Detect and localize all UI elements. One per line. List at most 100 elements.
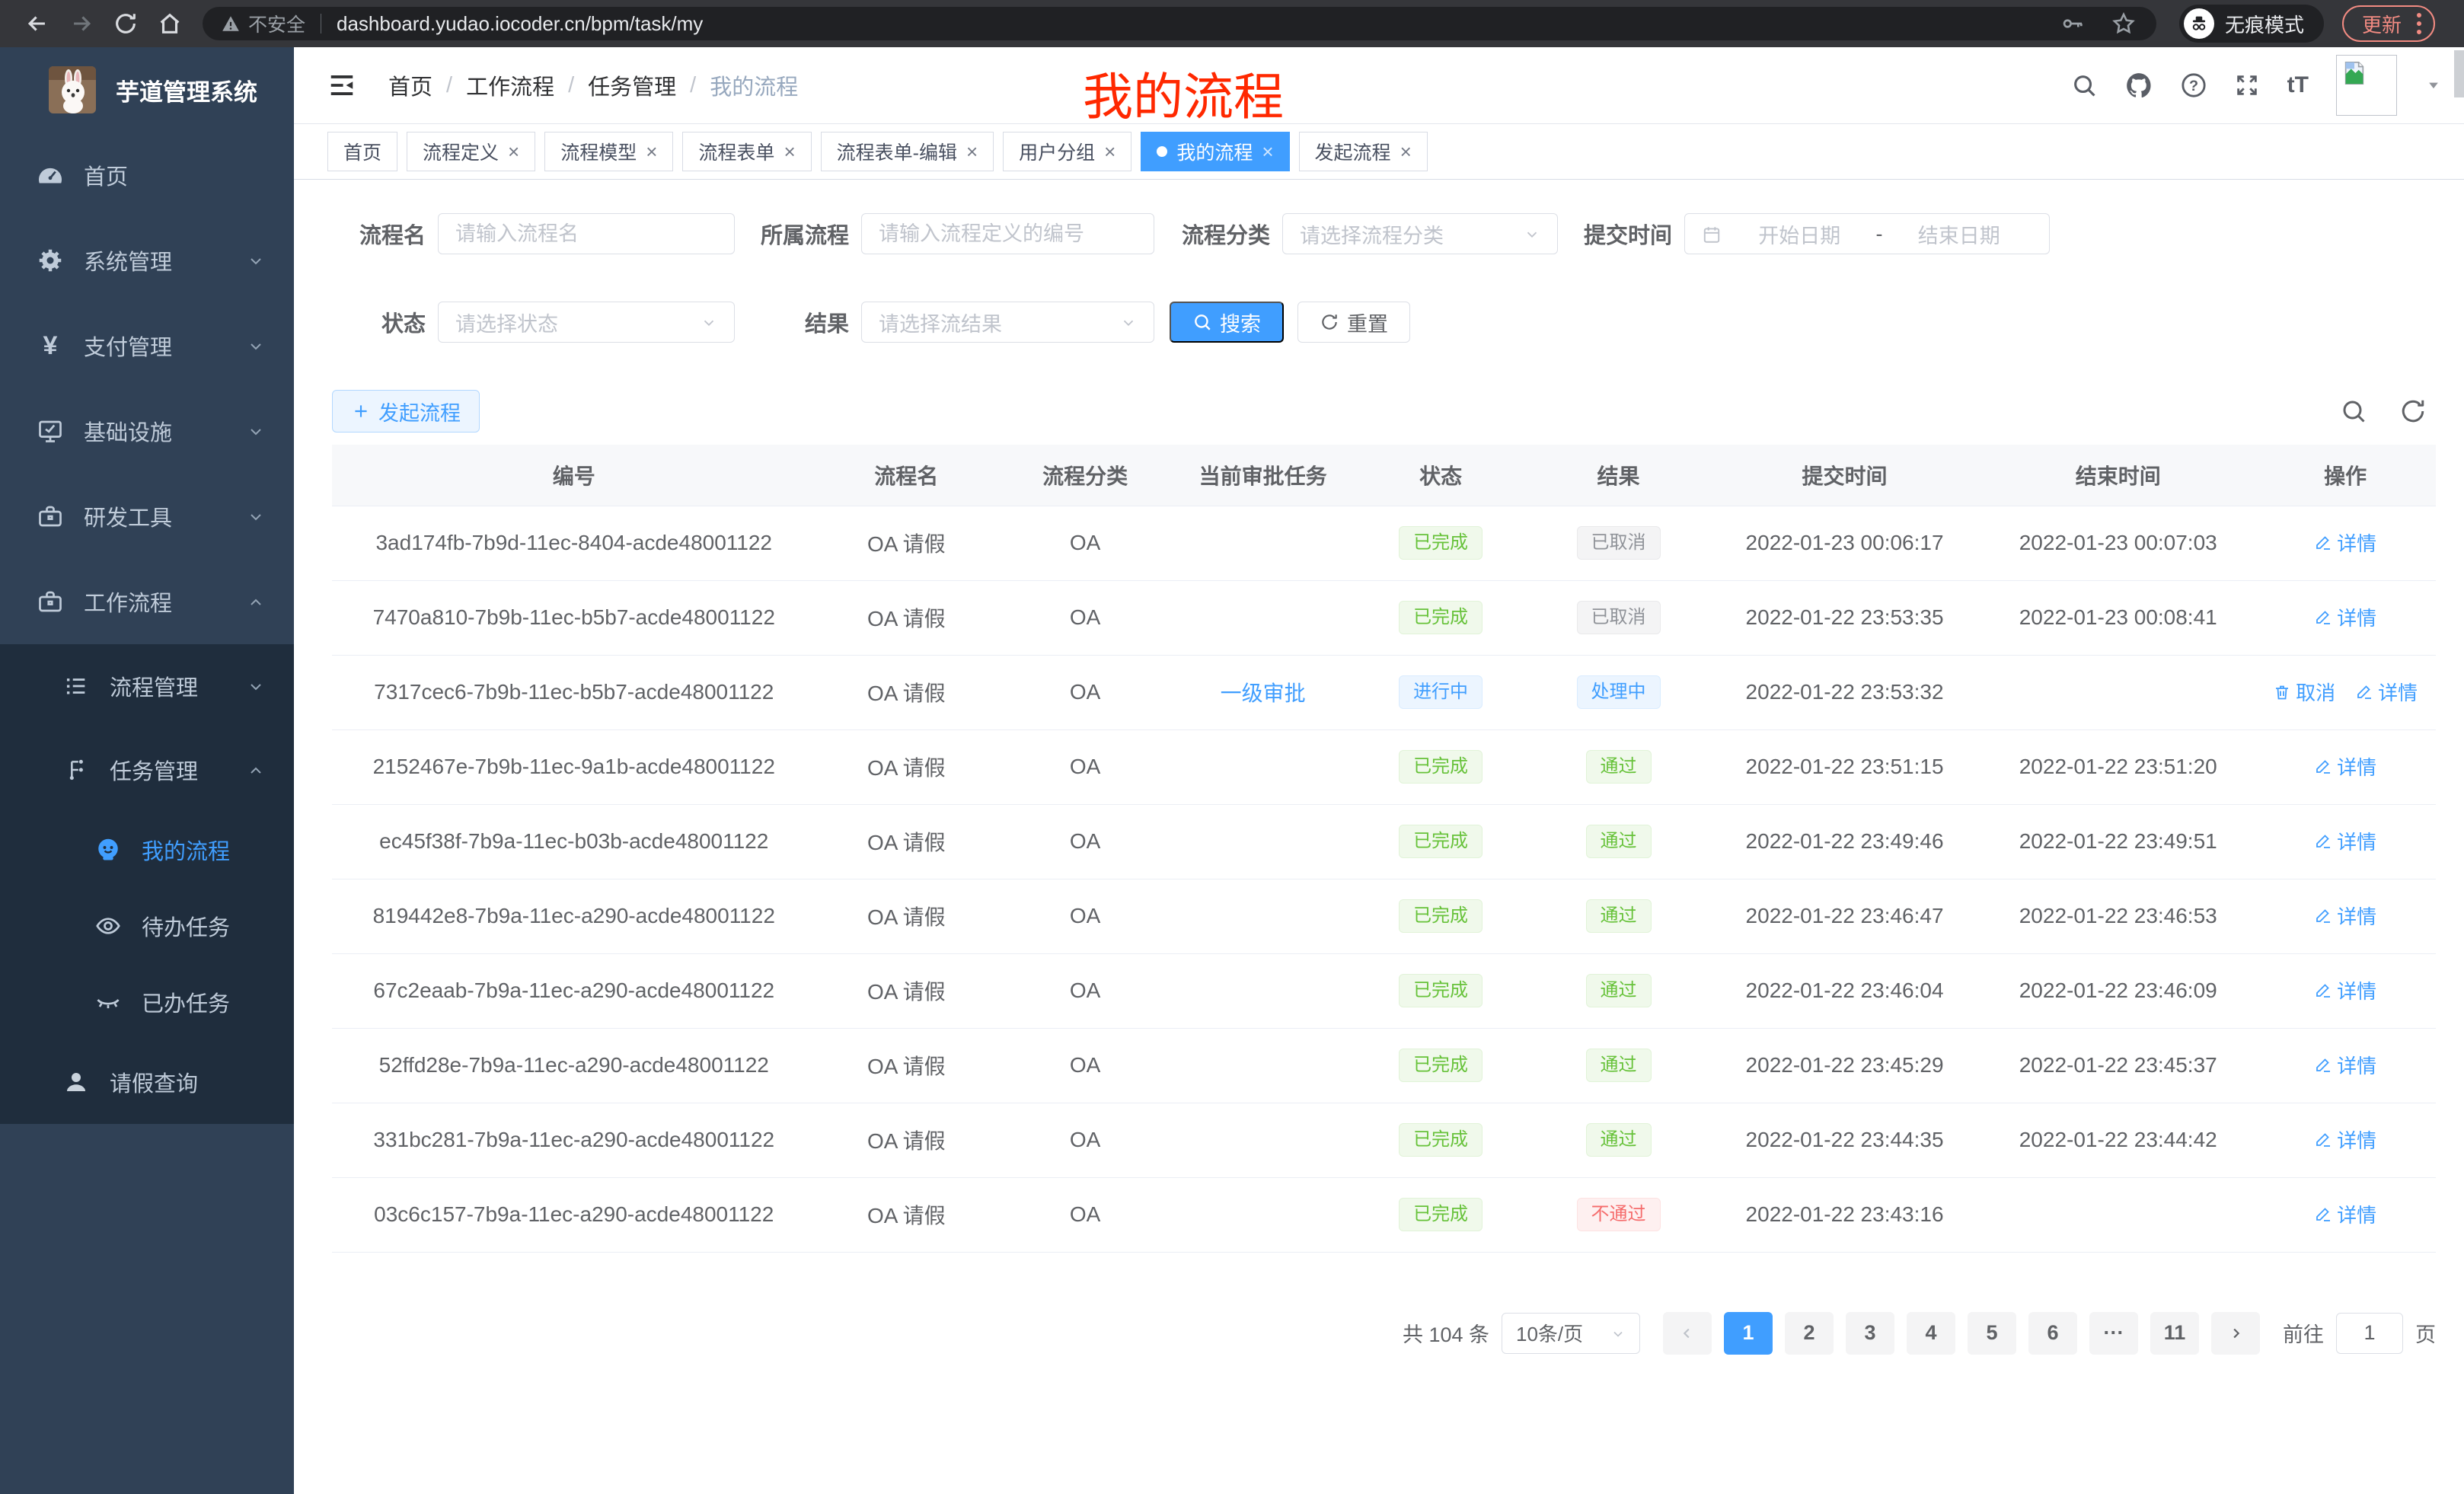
tab[interactable]: 首页 (327, 132, 397, 171)
sidebar-item-infrastructure[interactable]: 基础设施 (0, 388, 294, 474)
page-size-select[interactable]: 10条/页 (1502, 1313, 1640, 1354)
goto-page-input[interactable] (2336, 1313, 2403, 1354)
breadcrumb-home[interactable]: 首页 (388, 69, 432, 101)
tab-close-icon[interactable]: × (784, 142, 795, 161)
page-button[interactable]: 3 (1846, 1312, 1894, 1355)
refresh-table-icon[interactable] (2399, 397, 2427, 425)
detail-action[interactable]: 详情 (2355, 678, 2418, 706)
prev-page-button[interactable] (1663, 1312, 1712, 1355)
detail-action[interactable]: 详情 (2314, 902, 2376, 930)
sidebar-collapse-icon[interactable] (327, 71, 356, 100)
help-icon[interactable]: ? (2181, 72, 2207, 98)
security-warning[interactable]: 不安全 (221, 10, 305, 37)
search-button[interactable]: 搜索 (1170, 302, 1284, 343)
submit-time-range-picker[interactable]: 开始日期 - 结束日期 (1684, 213, 2050, 254)
detail-action[interactable]: 详情 (2314, 1051, 2376, 1079)
sidebar-item-home[interactable]: 首页 (0, 132, 294, 218)
font-size-icon[interactable]: tT (2287, 72, 2309, 98)
create-process-button[interactable]: 发起流程 (332, 390, 480, 433)
address-bar[interactable]: 不安全 dashboard.yudao.iocoder.cn/bpm/task/… (203, 7, 2156, 40)
tab[interactable]: 发起流程× (1299, 132, 1428, 171)
sidebar-item-task-mgmt[interactable]: 任务管理 (0, 728, 294, 812)
detail-action[interactable]: 详情 (2314, 1200, 2376, 1228)
avatar[interactable] (2336, 55, 2397, 116)
tab-close-icon[interactable]: × (508, 142, 519, 161)
sidebar-item-system[interactable]: 系统管理 (0, 218, 294, 303)
search-icon[interactable] (2071, 72, 2097, 98)
sidebar-item-my-process[interactable]: 我的流程 (0, 812, 294, 888)
name-filter-input[interactable] (438, 213, 735, 254)
detail-action[interactable]: 详情 (2314, 752, 2376, 781)
status-badge: 已完成 (1399, 899, 1483, 933)
browser-reload-icon[interactable] (104, 0, 148, 47)
browser-home-icon[interactable] (148, 0, 192, 47)
incognito-icon (2184, 8, 2214, 39)
page-button[interactable]: 11 (2150, 1312, 2199, 1355)
table-row: 7317cec6-7b9b-11ec-b5b7-acde48001122OA 请… (332, 655, 2436, 729)
reset-button[interactable]: 重置 (1297, 302, 1410, 343)
sidebar-item-payment[interactable]: ¥ 支付管理 (0, 303, 294, 388)
sidebar-item-workflow[interactable]: 工作流程 (0, 559, 294, 644)
bookmark-star-icon[interactable] (2111, 11, 2137, 37)
tab[interactable]: 流程表单-编辑× (821, 132, 994, 171)
page-button[interactable]: 2 (1785, 1312, 1834, 1355)
current-task-link[interactable]: 一级审批 (1221, 682, 1306, 705)
refresh-icon (1320, 312, 1339, 332)
tab-close-icon[interactable]: × (1104, 142, 1116, 161)
sidebar-item-todo-tasks[interactable]: 待办任务 (0, 888, 294, 964)
process-filter-input[interactable] (861, 213, 1154, 254)
tab[interactable]: 流程模型× (544, 132, 673, 171)
tab[interactable]: 流程定义× (407, 132, 535, 171)
tab-close-icon[interactable]: × (966, 142, 978, 161)
start-date-placeholder[interactable]: 开始日期 (1726, 219, 1873, 249)
browser-forward-icon[interactable] (59, 0, 104, 47)
page-button[interactable]: 1 (1724, 1312, 1773, 1355)
cell-current-task (1173, 1103, 1352, 1177)
result-badge: 通过 (1586, 899, 1652, 933)
tab-close-icon[interactable]: × (1400, 142, 1412, 161)
update-button[interactable]: 更新 (2342, 5, 2435, 42)
cell-submit-time: 2022-01-22 23:46:04 (1708, 953, 1981, 1028)
chevron-down-icon (1524, 222, 1540, 246)
filter-row-2: 状态 请选择状态 结果 请选择流结果 搜索 重置 (351, 302, 2436, 343)
detail-action[interactable]: 详情 (2314, 976, 2376, 1004)
page-ellipsis[interactable]: ··· (2089, 1312, 2138, 1355)
browser-back-icon[interactable] (15, 0, 59, 47)
status-filter-select[interactable]: 请选择状态 (438, 302, 735, 343)
cell-submit-time: 2022-01-22 23:44:35 (1708, 1103, 1981, 1177)
toggle-search-icon[interactable] (2340, 397, 2367, 425)
breadcrumb-task-mgmt[interactable]: 任务管理 (588, 69, 676, 101)
tab-label: 我的流程 (1176, 138, 1253, 165)
breadcrumb-separator: / (568, 73, 574, 98)
tab[interactable]: 我的流程 × (1141, 132, 1289, 171)
sidebar-item-devtools[interactable]: 研发工具 (0, 474, 294, 559)
sidebar-item-label: 流程管理 (110, 670, 198, 702)
tab-close-icon[interactable]: × (1262, 142, 1273, 161)
page-button[interactable]: 4 (1907, 1312, 1955, 1355)
sidebar-item-process-mgmt[interactable]: 流程管理 (0, 644, 294, 728)
password-key-icon[interactable] (2060, 11, 2085, 36)
category-filter-select[interactable]: 请选择流程分类 (1282, 213, 1558, 254)
result-filter-select[interactable]: 请选择流结果 (861, 302, 1154, 343)
sidebar-item-done-tasks[interactable]: 已办任务 (0, 964, 294, 1040)
sidebar-item-leave-query[interactable]: 请假查询 (0, 1040, 294, 1124)
end-date-placeholder[interactable]: 结束日期 (1886, 219, 2033, 249)
tab[interactable]: 流程表单× (682, 132, 811, 171)
page-button[interactable]: 5 (1968, 1312, 2016, 1355)
detail-action[interactable]: 详情 (2314, 528, 2376, 557)
scrollbar-thumb[interactable] (2454, 50, 2464, 97)
next-page-button[interactable] (2211, 1312, 2260, 1355)
tab-close-icon[interactable]: × (646, 142, 657, 161)
browser-menu-icon[interactable] (2417, 13, 2421, 34)
breadcrumb-workflow[interactable]: 工作流程 (466, 69, 554, 101)
github-icon[interactable] (2124, 71, 2153, 100)
table-row: ec45f38f-7b9a-11ec-b03b-acde48001122OA 请… (332, 804, 2436, 879)
tab[interactable]: 用户分组× (1003, 132, 1131, 171)
detail-action[interactable]: 详情 (2314, 1125, 2376, 1154)
cancel-action[interactable]: 取消 (2273, 678, 2335, 706)
detail-action[interactable]: 详情 (2314, 603, 2376, 631)
page-button[interactable]: 6 (2028, 1312, 2077, 1355)
avatar-caret-icon[interactable] (2426, 78, 2441, 93)
fullscreen-icon[interactable] (2234, 72, 2260, 98)
detail-action[interactable]: 详情 (2314, 827, 2376, 855)
